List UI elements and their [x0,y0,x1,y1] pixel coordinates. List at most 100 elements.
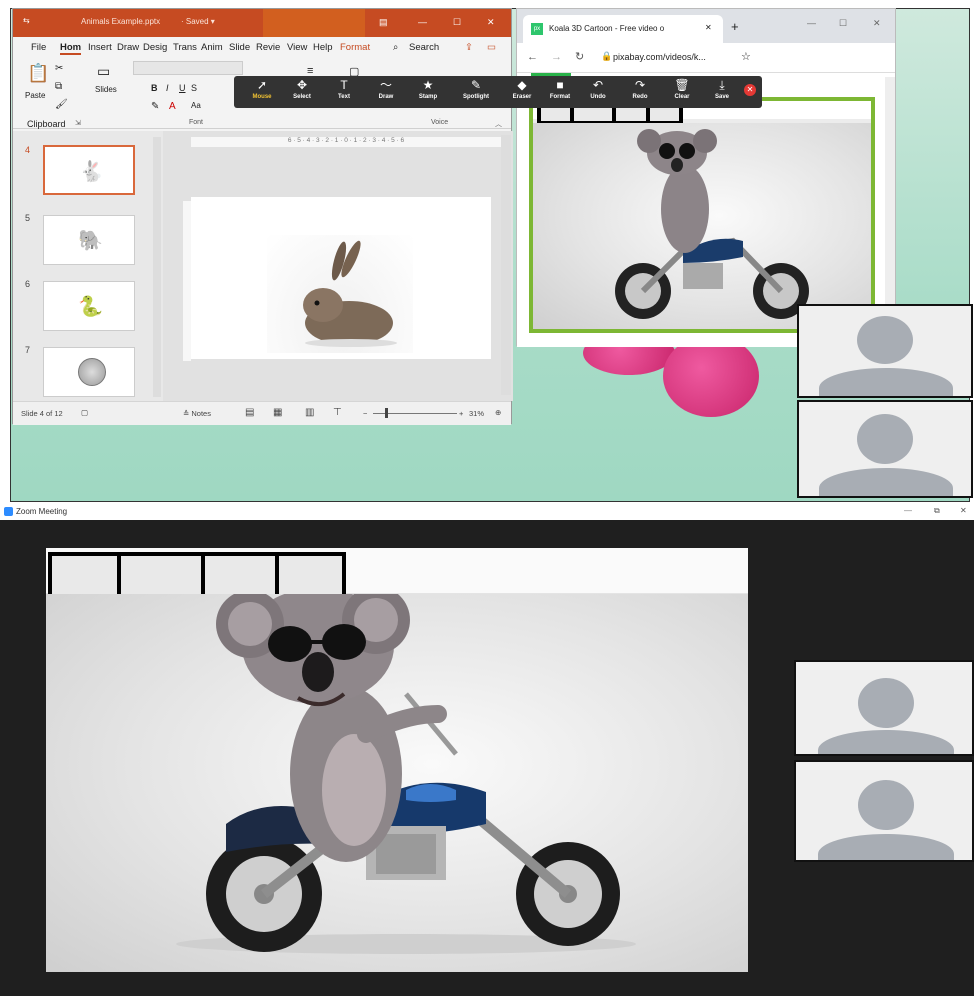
menu-draw[interactable]: Draw [117,42,139,53]
menu-review[interactable]: Revie [256,42,280,53]
minimize-icon[interactable]: — [807,18,816,28]
tool-text[interactable]: T Text [324,79,364,101]
close-toolbar-icon[interactable]: ✕ [744,84,756,96]
search-label[interactable]: Search [409,42,439,53]
close-icon[interactable]: ✕ [960,506,967,515]
tool-draw[interactable]: 〜 Draw [366,79,406,101]
tool-format[interactable]: ■ Format [540,79,580,101]
format-painter-icon[interactable]: 🖌 [55,99,68,110]
minimize-icon[interactable]: — [904,506,912,515]
rabbit-image[interactable] [267,235,413,353]
tool-save[interactable]: ⤓ Save [702,79,742,101]
menu-help[interactable]: Help [313,42,333,53]
menu-home[interactable]: Hom [60,42,82,55]
search-icon[interactable]: ⌕ [393,42,398,53]
thumbnail-scrollbar[interactable] [153,137,161,397]
tool-eraser[interactable]: ◆ Eraser [502,79,542,101]
menu-insert[interactable]: Insert [88,42,112,53]
participant-video[interactable] [794,660,974,756]
close-icon[interactable]: ✕ [487,17,495,28]
participant-video[interactable] [794,760,974,862]
normal-view-icon[interactable]: ▤ [245,407,254,418]
accessibility-icon[interactable]: ▢ [81,408,88,417]
slide-thumbnail[interactable]: 🐘 [43,215,135,265]
slides-label[interactable]: Slides [95,85,117,94]
menu-slideshow[interactable]: Slide [229,42,250,53]
comments-icon[interactable]: ▭ [487,42,496,53]
close-icon[interactable]: ✕ [873,18,881,29]
share-icon[interactable]: ⇪ [465,42,473,53]
new-slide-icon[interactable]: ▭ [97,63,110,80]
underline-icon[interactable]: U [179,83,186,93]
tool-stamp[interactable]: ★ Stamp [408,79,448,101]
koala-video-preview[interactable] [533,123,871,329]
editor-scrollbar[interactable] [501,135,511,395]
forward-icon[interactable]: → [551,51,562,63]
tool-spotlight[interactable]: ✎ Spotlight [456,79,496,101]
dialog-launcher-icon[interactable]: ⇲ [75,119,81,127]
paste-label[interactable]: Paste [25,91,45,100]
slide-sorter-icon[interactable]: ▦ [273,407,282,418]
slide-thumbnail[interactable]: 🐍 [43,281,135,331]
slide-number: 6 [25,279,31,289]
strikethrough-icon[interactable]: S [191,83,197,93]
fit-slide-icon[interactable]: ⊕ [495,408,501,417]
slide-thumbnail[interactable] [43,347,135,397]
back-icon[interactable]: ← [527,51,538,63]
reading-view-icon[interactable]: ▥ [305,407,314,418]
maximize-icon[interactable]: ☐ [453,17,461,28]
tool-select[interactable]: ✥ Select [282,79,322,101]
slide-counter: Slide 4 of 12 [21,409,63,418]
menu-animations[interactable]: Anim [201,42,223,53]
participant-video[interactable] [797,400,973,498]
slideshow-icon[interactable]: ⊤ [333,407,342,418]
collapse-ribbon-icon[interactable]: ︿ [495,119,502,129]
tool-label: Undo [590,94,606,100]
menu-transitions[interactable]: Trans [173,42,197,53]
participant-video[interactable] [797,304,973,398]
italic-icon[interactable]: I [166,83,169,93]
tool-label: Stamp [418,94,438,100]
tool-clear[interactable]: 🗑 Clear [662,79,702,101]
bold-icon[interactable]: B [151,83,158,93]
ppt-saved-status[interactable]: · Saved ▾ [181,17,215,26]
zoom-slider-thumb[interactable] [385,408,388,418]
maximize-icon[interactable]: ☐ [839,18,847,29]
highlight-icon[interactable]: ✎ [151,101,159,112]
bookmark-star-icon[interactable]: ☆ [741,50,751,63]
zoom-in-icon[interactable]: + [459,409,463,418]
tool-mouse[interactable]: ➚ Mouse [242,79,282,101]
tab-close-icon[interactable]: ✕ [705,23,712,32]
tool-undo[interactable]: ↶ Undo [578,79,618,101]
slide-number: 7 [25,345,31,355]
minimize-icon[interactable]: — [418,17,427,27]
cut-icon[interactable]: ✂ [55,63,63,74]
koala-video-large[interactable] [46,586,748,972]
tool-label: Clear [674,94,690,100]
page-scrollbar[interactable] [885,77,895,337]
menu-view[interactable]: View [287,42,307,53]
current-slide[interactable] [191,197,491,359]
font-name-box[interactable] [133,61,243,75]
maximize-icon[interactable]: ⧉ [934,506,940,516]
copy-icon[interactable]: ⧉ [55,81,62,92]
autosave-icon[interactable]: ⇆ [23,16,30,25]
menu-format[interactable]: Format [340,42,370,53]
paste-icon[interactable]: 📋 [27,63,49,84]
slide-thumbnail[interactable]: 🐇 [43,145,135,195]
zoom-out-icon[interactable]: − [363,409,367,418]
font-size-text[interactable]: Aa [191,101,201,110]
notes-button[interactable]: ≙ Notes [183,409,211,418]
shared-screen-view[interactable] [46,548,748,972]
menu-file[interactable]: File [31,42,46,53]
reload-icon[interactable]: ↻ [575,50,584,63]
new-tab-icon[interactable]: + [731,19,739,34]
menu-design[interactable]: Desig [143,42,167,53]
url-text[interactable]: pixabay.com/videos/k... [613,52,706,62]
zoom-level[interactable]: 31% [469,409,484,418]
tool-redo[interactable]: ↷ Redo [620,79,660,101]
font-color-icon[interactable]: A [169,101,176,112]
avatar-body [819,368,953,396]
browser-tab[interactable]: px Koala 3D Cartoon - Free video o ✕ [523,15,723,43]
ribbon-display-icon[interactable]: ▤ [379,17,388,28]
